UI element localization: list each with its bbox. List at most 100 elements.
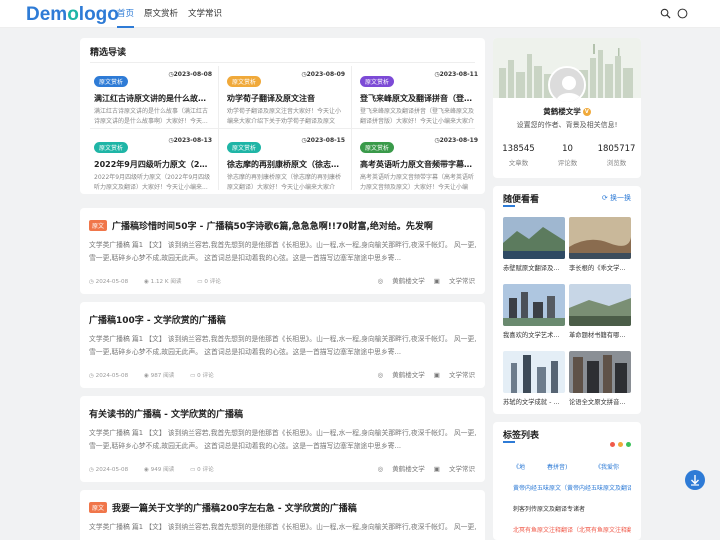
category-link[interactable]: ▣ 文学常识 [434,465,475,473]
stat-articles: 138545 文章数 [502,144,535,167]
author-profile-card: 黄鹤楼文学 V 设置您的作者、背景及相关信息! 138545 文章数 10 评论数 1… [493,38,641,178]
post-title[interactable]: 有关读书的广播稿 - 文学欣赏的广播稿 [89,407,243,420]
post-excerpt: 文学类广播稿 篇1 【文】 该到纳兰容若,我首先想到的是他那首《长相思》。山一程… [89,241,477,262]
nav-appreciation[interactable]: 原文赏析 [144,0,178,28]
thumbnail-image[interactable] [503,217,565,259]
search-icon[interactable] [660,8,671,19]
guide-item-title[interactable]: 满江红古诗原文讲的是什么故事（满江... [94,93,212,104]
site-logo[interactable]: Demologo [26,4,119,26]
tag-link[interactable]: 春拼音) [547,462,567,471]
guide-item-tag: 原文赏析 [360,76,395,87]
post-excerpt: 文学类广播稿 篇1 【文】 该到纳兰容若,我首先想到的是他那首《长相思》。山一程… [89,523,477,531]
post-card[interactable]: 原文 广播稿珍惜时间50字 - 广播稿50字诗歌6篇,急急急啊!!70财富,绝对给… [80,208,485,294]
thumbnail-image[interactable] [503,351,565,393]
author-link[interactable]: ◎ 黄鹤楼文学 [377,371,424,379]
category-link[interactable]: ▣ 文学常识 [434,277,475,285]
guide-item-desc: 2022年9月四级听力原文（2022年9月四级听力原文及翻译）大家好！今天让小编… [94,174,211,191]
author-name[interactable]: 黄鹤楼文学 V [493,106,641,117]
guide-item-desc: 高考英语听力原文音频带字幕（高考英语听力原文音频及原文）大家好！今天让小编来..… [360,174,475,191]
guide-item-date: ◷2023-08-11 [434,71,478,78]
thumbnail-caption[interactable]: 我喜欢的文学艺术... [503,330,565,339]
featured-guide-section: 精选导读 原文赏析 ◷2023-08-08 满江红古诗原文讲的是什么故事（满江.… [80,38,485,194]
stat-comments: 10 评论数 [557,144,578,167]
nav-home[interactable]: 首页 [117,0,135,28]
tags-title: 标签列表 [503,431,540,441]
clock-icon: ◷ 2024-05-08 [89,467,129,473]
tag-link[interactable]: 《地 [513,462,525,471]
guide-item[interactable]: 原文赏析 ◷2023-08-15 徐志摩的再别康桥原文（徐志摩的再别... 徐志… [219,135,353,197]
guide-item[interactable]: 原文赏析 ◷2023-08-09 劝学荀子翻译及原文注音 劝学荀子翻译及原文注音… [219,69,353,131]
post-tag: 原文 [89,220,108,231]
post-card[interactable]: 有关读书的广播稿 - 文学欣赏的广播稿 文学类广播稿 篇1 【文】 该到纳兰容若… [80,396,485,482]
avatar[interactable] [548,66,586,104]
guide-item-tag: 原文赏析 [94,142,129,153]
comment-icon: ▭ 0 评论 [190,467,214,473]
thumbnail-image[interactable] [569,351,631,393]
thumbnail-image[interactable] [503,284,565,326]
thumbnail-caption[interactable]: 苏轼的文学成就 - ... [503,397,565,406]
tag-link[interactable]: 刺客列传原文及翻译专诸者 [513,504,585,513]
tag-list-section: 标签列表 《地 春拼音) 《我爱你 黄帝内经五味原文（黄帝内经五味原文及翻译） … [493,422,641,540]
author-link[interactable]: ◎ 黄鹤楼文学 [377,465,424,473]
nav-literary-knowledge[interactable]: 文学常识 [188,0,222,28]
verified-badge-icon: V [582,108,591,116]
title-underline [503,441,515,443]
eye-icon: ◉ 1.12 K 阅读 [143,279,182,285]
guide-item-date: ◷2023-08-19 [434,137,478,144]
author-link[interactable]: ◎ 黄鹤楼文学 [377,277,424,285]
guide-item-title[interactable]: 2022年9月四级听力原文（2022年9月... [94,159,212,170]
back-to-top-button[interactable] [685,470,705,490]
author-description: 设置您的作者、背景及相关信息! [516,121,618,129]
random-title: 随便看看 [503,195,540,205]
category-link[interactable]: ▣ 文学常识 [434,371,475,379]
post-author-category: ◎ 黄鹤楼文学 ▣ 文学常识 [370,463,475,473]
post-title[interactable]: 原文 我要一篇关于文学的广播稿200字左右急 - 文学欣赏的广播稿 [89,501,357,514]
clock-icon: ◷ 2024-05-08 [89,373,129,379]
swap-button[interactable]: ⟳ 换一换 [602,193,631,203]
theme-toggle-icon[interactable] [677,8,688,19]
guide-item[interactable]: 原文赏析 ◷2023-08-13 2022年9月四级听力原文（2022年9月..… [86,135,220,197]
thumbnail-caption[interactable]: 论语全文原文拼音... [569,397,631,406]
thumbnail-image[interactable] [569,284,631,326]
guide-item-title[interactable]: 高考英语听力原文音频带字幕（高考英... [360,159,478,170]
thumbnail-image[interactable] [569,217,631,259]
post-title[interactable]: 原文 广播稿珍惜时间50字 - 广播稿50字诗歌6篇,急急急啊!!70财富,绝对给… [89,219,433,232]
comment-icon: ▭ 0 评论 [190,373,214,379]
random-picks-section: 随便看看 ⟳ 换一换 赤壁赋原文翻译及... 李长根的《乖文学... 我喜欢的文… [493,186,641,414]
guide-title: 精选导读 [90,48,127,58]
post-card[interactable]: 广播稿100字 - 文学欣赏的广播稿 文学类广播稿 篇1 【文】 该到纳兰容若,… [80,302,485,388]
comment-icon: ▭ 0 评论 [197,279,221,285]
stat-views: 1805717 浏览数 [597,144,636,167]
post-meta: ◷ 2024-05-08 ◉ 1.12 K 阅读 ▭ 0 评论 [89,277,235,285]
guide-item-title[interactable]: 劝学荀子翻译及原文注音 [227,93,345,104]
post-title[interactable]: 广播稿100字 - 文学欣赏的广播稿 [89,313,226,326]
post-tag: 原文 [89,502,108,513]
guide-item-tag: 原文赏析 [94,76,129,87]
guide-item-tag: 原文赏析 [360,142,395,153]
guide-item-title[interactable]: 登飞来峰原文及翻译拼音（登飞来峰原... [360,93,478,104]
eye-icon: ◉ 949 阅读 [143,467,175,473]
guide-item-date: ◷2023-08-09 [301,71,345,78]
guide-item-desc: 登飞来峰原文及翻译拼音（登飞来峰原文及翻译拼音版）大家好！今天让小编来大家介绍.… [360,108,475,125]
top-header: Demologo 首页 原文赏析 文学常识 [0,0,720,28]
tag-link[interactable]: 北冥有鱼原文注释翻译（北冥有鱼原文注释翻译） [513,525,631,534]
guide-item[interactable]: 原文赏析 ◷2023-08-08 满江红古诗原文讲的是什么故事（满江... 满江… [86,69,220,131]
guide-item[interactable]: 原文赏析 ◷2023-08-11 登飞来峰原文及翻译拼音（登飞来峰原... 登飞… [352,69,486,131]
window-dots [607,432,631,451]
thumbnail-caption[interactable]: 李长根的《乖文学... [569,263,631,272]
tag-link[interactable]: 黄帝内经五味原文（黄帝内经五味原文及翻译） [513,483,631,492]
post-card[interactable]: 原文 我要一篇关于文学的广播稿200字左右急 - 文学欣赏的广播稿 文学类广播稿 … [80,490,485,540]
divider [90,62,475,63]
guide-item[interactable]: 原文赏析 ◷2023-08-19 高考英语听力原文音频带字幕（高考英... 高考… [352,135,486,197]
thumbnail-caption[interactable]: 赤壁赋原文翻译及... [503,263,565,272]
guide-item-desc: 满江红古诗原文讲的是什么故事（满江红古诗原文讲的是什么故事啊）大家好！今天... [94,108,209,125]
guide-item-date: ◷2023-08-13 [168,137,212,144]
title-underline [503,205,515,207]
post-author-category: ◎ 黄鹤楼文学 ▣ 文学常识 [370,275,475,285]
eye-icon: ◉ 987 阅读 [143,373,175,379]
guide-item-title[interactable]: 徐志摩的再别康桥原文（徐志摩的再别... [227,159,345,170]
thumbnail-caption[interactable]: 革命题材书籍有哪... [569,330,631,339]
guide-item-desc: 徐志摩的再别康桥原文（徐志摩的再别康桥原文翻译）大家好！今天让小编来大家介绍..… [227,174,342,191]
post-excerpt: 文学类广播稿 篇1 【文】 该到纳兰容若,我首先想到的是他那首《长相思》。山一程… [89,335,477,356]
tag-link[interactable]: 《我爱你 [595,462,619,471]
